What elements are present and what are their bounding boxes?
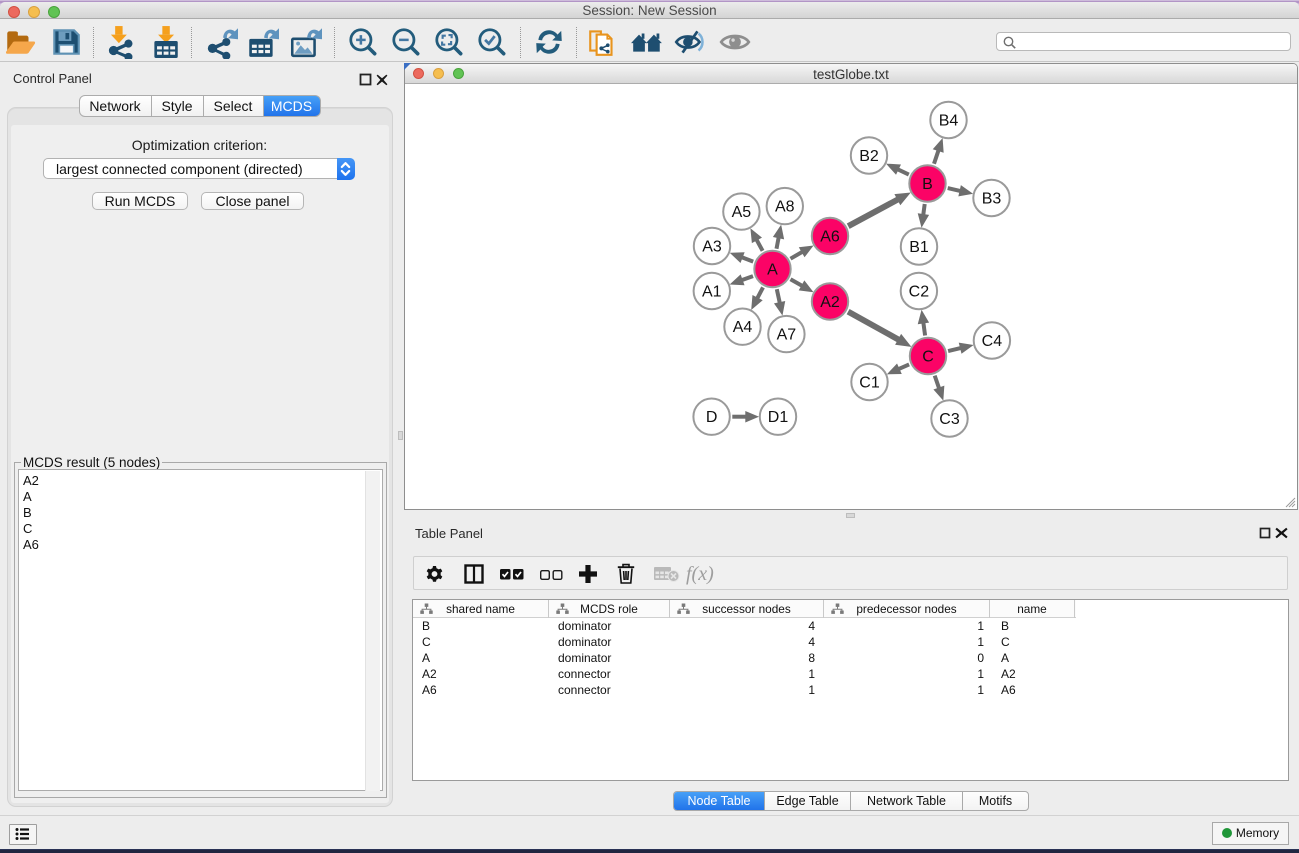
- svg-text:B4: B4: [939, 113, 959, 130]
- svg-text:A5: A5: [732, 204, 752, 221]
- svg-text:B: B: [922, 176, 933, 193]
- svg-text:A1: A1: [702, 284, 722, 301]
- svg-text:A: A: [767, 262, 778, 279]
- svg-text:C2: C2: [909, 284, 930, 301]
- svg-text:D: D: [706, 409, 718, 426]
- svg-text:A6: A6: [820, 229, 840, 246]
- svg-text:C4: C4: [982, 333, 1003, 350]
- svg-text:A2: A2: [820, 294, 840, 311]
- svg-text:B3: B3: [982, 191, 1002, 208]
- svg-text:A7: A7: [777, 327, 797, 344]
- svg-text:B2: B2: [859, 148, 879, 165]
- svg-text:C1: C1: [859, 375, 880, 392]
- svg-text:A3: A3: [702, 239, 722, 256]
- svg-text:C3: C3: [939, 411, 960, 428]
- svg-text:B1: B1: [909, 239, 929, 256]
- svg-text:C: C: [922, 349, 934, 366]
- svg-text:D1: D1: [768, 409, 789, 426]
- svg-text:A4: A4: [733, 319, 753, 336]
- svg-text:A8: A8: [775, 199, 795, 216]
